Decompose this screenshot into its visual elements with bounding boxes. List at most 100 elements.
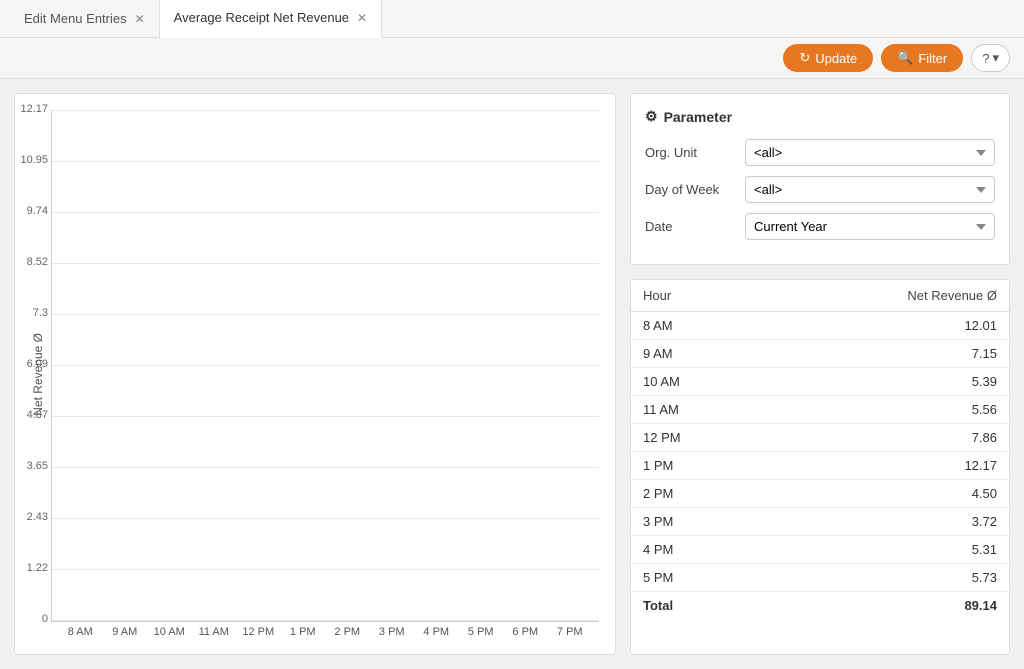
table-row: 9 AM7.15 [631, 340, 1009, 368]
org-unit-label: Org. Unit [645, 145, 735, 160]
row-hour: 8 AM [631, 312, 764, 340]
close-icon[interactable]: ✕ [357, 11, 367, 25]
table-row: 10 AM5.39 [631, 368, 1009, 396]
help-label: ? [982, 51, 989, 66]
grid-label: 8.52 [14, 256, 48, 268]
row-hour: 5 PM [631, 564, 764, 592]
help-button[interactable]: ? ▾ [971, 44, 1010, 72]
row-revenue: 7.15 [764, 340, 1009, 368]
update-icon: ↻ [799, 50, 810, 66]
tab-bar: Edit Menu Entries ✕ Average Receipt Net … [0, 0, 1024, 38]
chart-area: Net Revenue Ø 12.1710.959.748.527.36.094… [31, 110, 599, 638]
x-label: 10 AM [150, 626, 189, 638]
date-select[interactable]: Current YearLast YearLast 30 Days [745, 213, 995, 240]
x-label: 7 PM [551, 626, 590, 638]
row-hour: 1 PM [631, 452, 764, 480]
chart-plot: 12.1710.959.748.527.36.094.873.652.431.2… [51, 110, 599, 622]
grid-label: 0 [14, 613, 48, 625]
row-hour: 9 AM [631, 340, 764, 368]
grid-label: 12.17 [14, 103, 48, 115]
update-label: Update [815, 51, 857, 66]
tab-average-receipt[interactable]: Average Receipt Net Revenue ✕ [160, 0, 382, 38]
x-label: 11 AM [195, 626, 234, 638]
data-panel: Hour Net Revenue Ø 8 AM12.019 AM7.1510 A… [630, 279, 1010, 655]
chart-panel: Net Revenue Ø 12.1710.959.748.527.36.094… [14, 93, 616, 655]
row-hour: 12 PM [631, 424, 764, 452]
row-hour: 3 PM [631, 508, 764, 536]
grid-label: 4.87 [14, 409, 48, 421]
tab-label: Average Receipt Net Revenue [174, 10, 349, 25]
x-label: 2 PM [328, 626, 367, 638]
x-label: 4 PM [417, 626, 456, 638]
x-label: 12 PM [239, 626, 278, 638]
filter-button[interactable]: 🔍 Filter [881, 44, 963, 72]
x-label: 8 AM [61, 626, 100, 638]
org-unit-select[interactable]: <all> [745, 139, 995, 166]
grid-label: 7.3 [14, 307, 48, 319]
table-row: 5 PM5.73 [631, 564, 1009, 592]
grid-label: 2.43 [14, 511, 48, 523]
param-title: ⚙ Parameter [645, 108, 995, 125]
filter-icon: 🔍 [897, 50, 913, 66]
day-of-week-label: Day of Week [645, 182, 735, 197]
row-revenue: 5.31 [764, 536, 1009, 564]
table-row: 2 PM4.50 [631, 480, 1009, 508]
table-row: 1 PM12.17 [631, 452, 1009, 480]
grid-label: 9.74 [14, 205, 48, 217]
toolbar: ↻ Update 🔍 Filter ? ▾ [0, 38, 1024, 79]
row-revenue: 5.39 [764, 368, 1009, 396]
x-label: 3 PM [373, 626, 412, 638]
x-labels: 8 AM 9 AM 10 AM 11 AM 12 PM 1 PM 2 PM 3 PM 4 PM 5… [51, 622, 599, 638]
x-label: 5 PM [462, 626, 501, 638]
row-revenue: 7.86 [764, 424, 1009, 452]
col-hour-header: Hour [631, 280, 764, 312]
row-revenue: 12.01 [764, 312, 1009, 340]
date-row: Date Current YearLast YearLast 30 Days [645, 213, 995, 240]
total-label: Total [631, 592, 764, 620]
param-icon: ⚙ [645, 108, 658, 125]
grid-label: 10.95 [14, 154, 48, 166]
row-revenue: 12.17 [764, 452, 1009, 480]
total-value: 89.14 [764, 592, 1009, 620]
table-body: 8 AM12.019 AM7.1510 AM5.3911 AM5.5612 PM… [631, 312, 1009, 592]
total-row: Total 89.14 [631, 592, 1009, 620]
y-axis-label: Net Revenue Ø [31, 333, 45, 416]
right-panel: ⚙ Parameter Org. Unit <all> Day of Week … [630, 93, 1010, 655]
grid-label: 6.09 [14, 358, 48, 370]
param-panel: ⚙ Parameter Org. Unit <all> Day of Week … [630, 93, 1010, 265]
col-revenue-header: Net Revenue Ø [764, 280, 1009, 312]
bars-container [52, 110, 599, 621]
row-revenue: 4.50 [764, 480, 1009, 508]
x-label: 6 PM [506, 626, 545, 638]
update-button[interactable]: ↻ Update [783, 44, 873, 72]
table-header-row: Hour Net Revenue Ø [631, 280, 1009, 312]
table-row: 4 PM5.31 [631, 536, 1009, 564]
data-table: Hour Net Revenue Ø 8 AM12.019 AM7.1510 A… [631, 280, 1009, 619]
day-of-week-row: Day of Week <all> [645, 176, 995, 203]
x-label: 1 PM [284, 626, 323, 638]
main-content: Net Revenue Ø 12.1710.959.748.527.36.094… [0, 79, 1024, 669]
table-row: 12 PM7.86 [631, 424, 1009, 452]
x-label: 9 AM [106, 626, 145, 638]
row-hour: 4 PM [631, 536, 764, 564]
grid-label: 1.22 [14, 562, 48, 574]
table-row: 8 AM12.01 [631, 312, 1009, 340]
row-revenue: 3.72 [764, 508, 1009, 536]
row-hour: 11 AM [631, 396, 764, 424]
chart-inner: 12.1710.959.748.527.36.094.873.652.431.2… [51, 110, 599, 638]
chevron-down-icon: ▾ [992, 50, 999, 66]
row-hour: 10 AM [631, 368, 764, 396]
close-icon[interactable]: ✕ [135, 12, 145, 26]
org-unit-row: Org. Unit <all> [645, 139, 995, 166]
day-of-week-select[interactable]: <all> [745, 176, 995, 203]
row-revenue: 5.73 [764, 564, 1009, 592]
row-hour: 2 PM [631, 480, 764, 508]
date-label: Date [645, 219, 735, 234]
grid-label: 3.65 [14, 460, 48, 472]
table-row: 3 PM3.72 [631, 508, 1009, 536]
row-revenue: 5.56 [764, 396, 1009, 424]
param-title-text: Parameter [664, 109, 733, 125]
tab-edit-menu[interactable]: Edit Menu Entries ✕ [10, 0, 160, 38]
table-row: 11 AM5.56 [631, 396, 1009, 424]
filter-label: Filter [918, 51, 947, 66]
